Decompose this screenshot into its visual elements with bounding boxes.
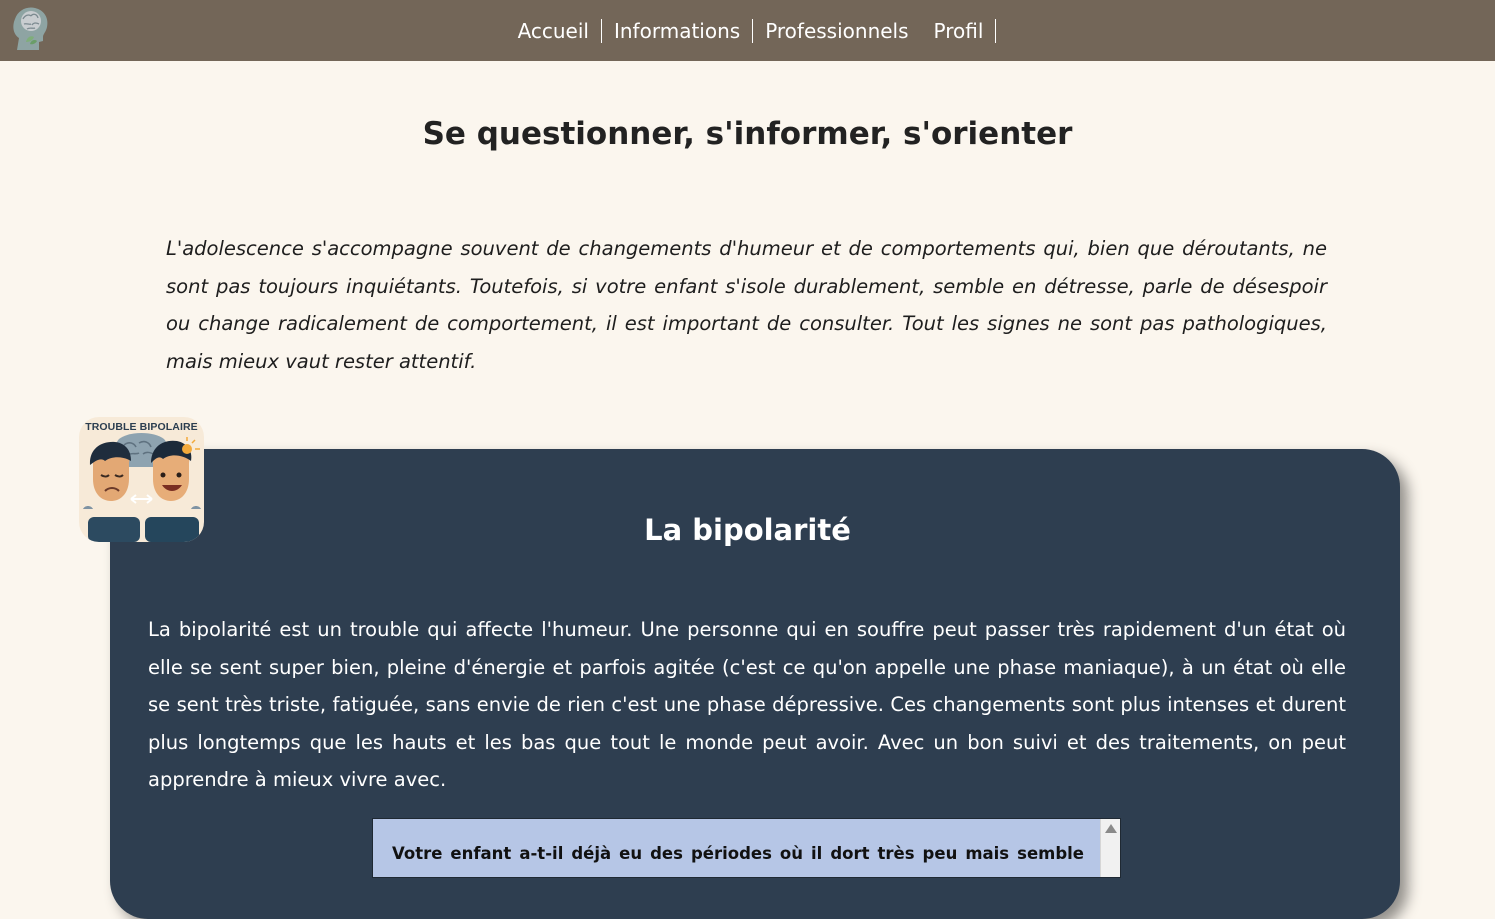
question-text: Votre enfant a-t-il déjà eu des périodes… <box>392 844 1084 863</box>
nav-professionnels[interactable]: Professionnels <box>753 19 921 43</box>
page-title: Se questionner, s'informer, s'orienter <box>422 116 1073 152</box>
nav-informations[interactable]: Informations <box>602 18 754 43</box>
nav-profil[interactable]: Profil <box>922 18 997 43</box>
question-scroll-box[interactable]: Votre enfant a-t-il déjà eu des périodes… <box>372 818 1121 878</box>
card-title: La bipolarité <box>644 513 851 547</box>
main-nav: Accueil Informations Professionnels Prof… <box>0 0 1495 61</box>
nav-accueil[interactable]: Accueil <box>506 18 602 43</box>
intro-paragraph: L'adolescence s'accompagne souvent de ch… <box>166 237 1327 373</box>
illustration-label: TROUBLE BIPOLAIRE <box>85 421 198 433</box>
scroll-up-arrow-icon[interactable] <box>1105 824 1117 833</box>
top-navigation-bar: Accueil Informations Professionnels Prof… <box>0 0 1495 61</box>
scrollbar[interactable] <box>1100 819 1120 877</box>
card-description: La bipolarité est un trouble qui affecte… <box>148 618 1346 791</box>
